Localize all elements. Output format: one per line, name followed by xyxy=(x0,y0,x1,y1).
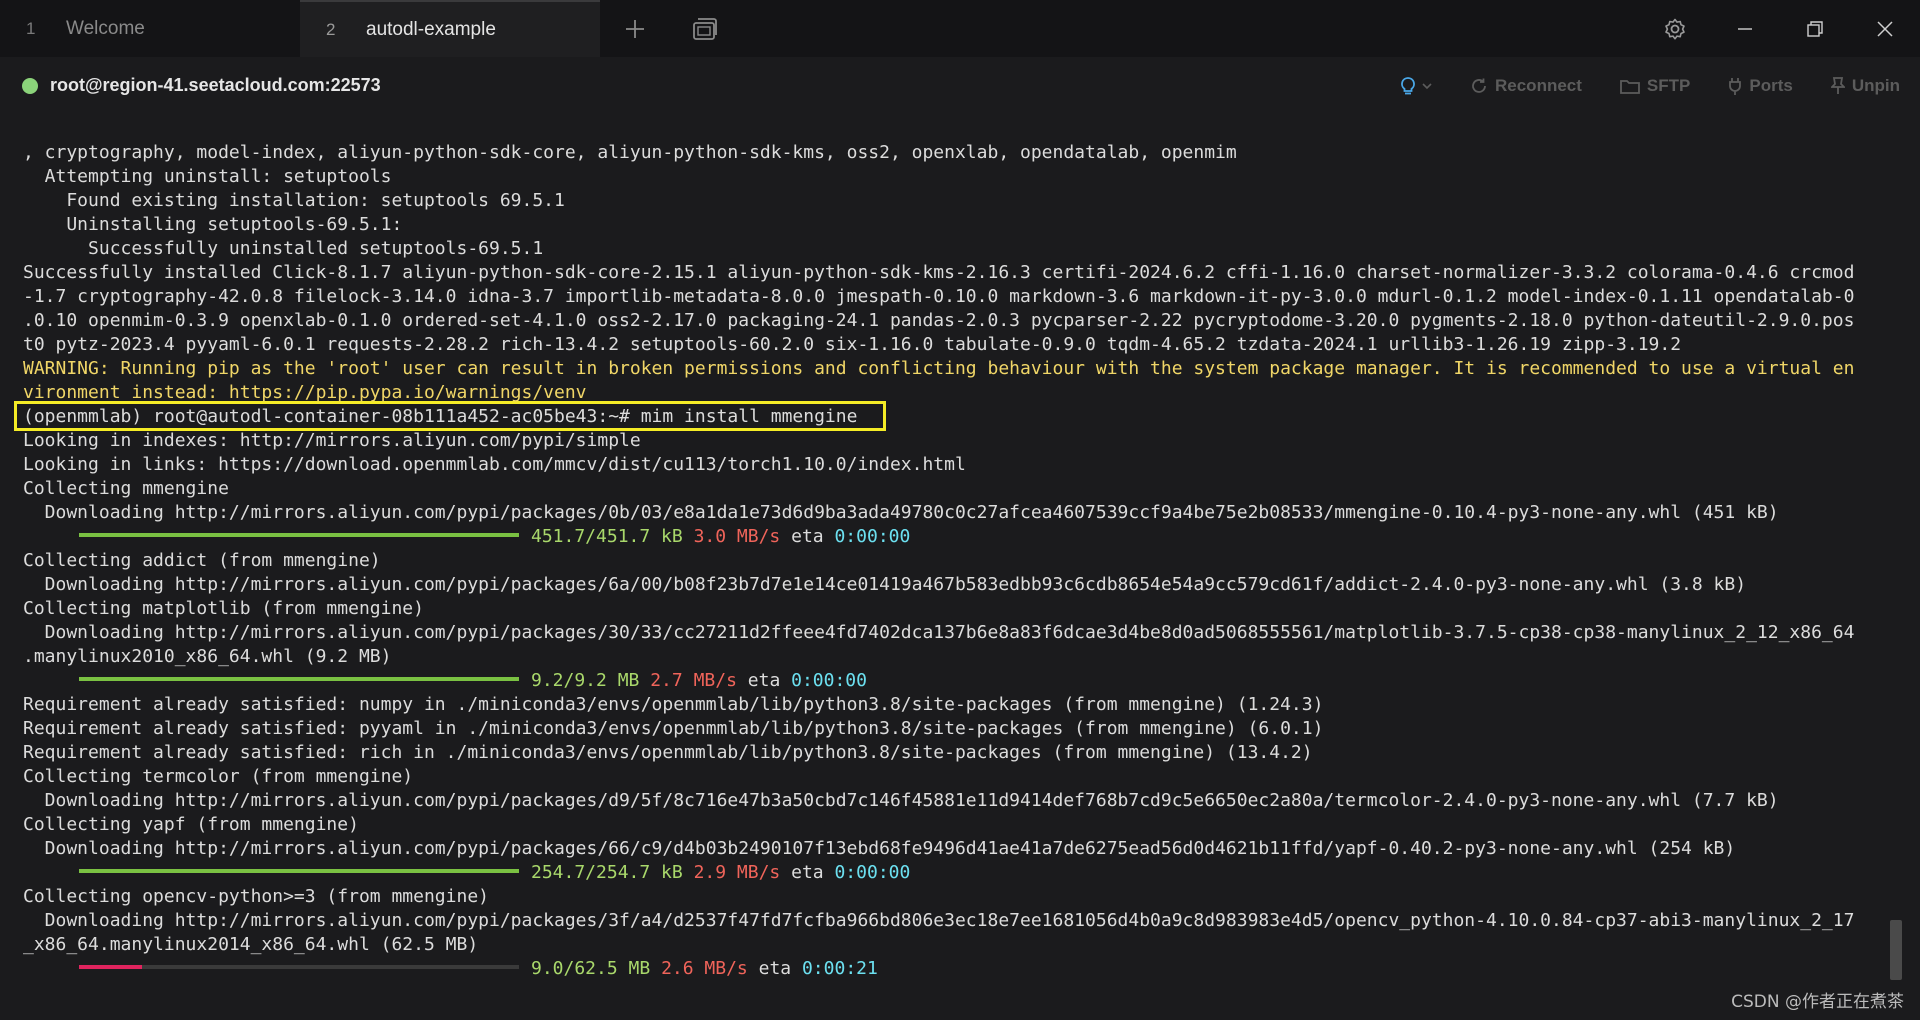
progress-eta-label: eta xyxy=(747,670,781,691)
minimize-icon xyxy=(1738,27,1752,30)
lightbulb-icon xyxy=(1401,76,1415,94)
terminal-output[interactable]: , cryptography, model-index, aliyun-pyth… xyxy=(0,114,1920,1020)
tab-bar: 1 Welcome 2 autodl-example xyxy=(0,0,1920,57)
terminal-line: t0 pytz-2023.4 pyyaml-6.0.1 requests-2.2… xyxy=(23,334,1682,355)
terminal-line: Collecting yapf (from mmengine) xyxy=(23,814,359,835)
progress-eta-label: eta xyxy=(791,862,824,883)
progress-size: 9.2/9.2 MB xyxy=(531,670,640,691)
download-progress-bar xyxy=(79,869,519,873)
progress-size: 254.7/254.7 kB xyxy=(531,862,683,883)
sftp-label: SFTP xyxy=(1646,75,1691,95)
tab-label: autodl-example xyxy=(366,18,496,40)
tab-number: 1 xyxy=(26,18,36,38)
sftp-button[interactable]: SFTP xyxy=(1620,76,1690,96)
terminal-line: Downloading http://mirrors.aliyun.com/py… xyxy=(23,790,1779,811)
terminal-line: Collecting mmengine xyxy=(23,478,229,499)
terminal-line: _x86_64.manylinux2014_x86_64.whl (62.5 M… xyxy=(23,934,479,955)
unpin-label: Unpin xyxy=(1851,75,1900,95)
terminal-line: 451.7/451.7 kB 3.0 MB/s eta 0:00:00 xyxy=(23,525,910,549)
plus-icon xyxy=(626,19,644,38)
progress-size: 451.7/451.7 kB xyxy=(531,526,683,547)
progress-fill xyxy=(79,677,519,681)
terminal-line: .0.10 openmim-0.3.9 openxlab-0.1.0 order… xyxy=(23,310,1855,331)
progress-eta: 0:00:00 xyxy=(834,862,911,883)
plug-icon xyxy=(1729,77,1742,95)
terminal-line: Looking in links: https://download.openm… xyxy=(23,454,966,475)
terminal-line: Downloading http://mirrors.aliyun.com/py… xyxy=(23,574,1747,595)
progress-fill xyxy=(79,965,143,969)
terminal-line: Attempting uninstall: setuptools xyxy=(23,166,392,187)
terminal-line: Uninstalling setuptools-69.5.1: xyxy=(23,214,403,235)
progress-eta: 0:00:00 xyxy=(791,670,867,691)
tab-autodl-example[interactable]: 2 autodl-example xyxy=(300,0,600,57)
terminal-line: Collecting matplotlib (from mmengine) xyxy=(23,598,424,619)
terminal-line: WARNING: Running pip as the 'root' user … xyxy=(23,358,1855,379)
terminal-line: Requirement already satisfied: numpy in … xyxy=(23,694,1324,715)
terminal-line: Downloading http://mirrors.aliyun.com/py… xyxy=(23,622,1855,643)
progress-eta: 0:00:00 xyxy=(834,526,911,547)
terminal-line: Found existing installation: setuptools … xyxy=(23,190,565,211)
connection-status-dot xyxy=(22,77,38,94)
progress-speed: 2.9 MB/s xyxy=(693,862,781,883)
terminal-line: Collecting addict (from mmengine) xyxy=(23,550,381,571)
reconnect-label: Reconnect xyxy=(1495,75,1582,95)
new-tab-button[interactable] xyxy=(600,0,670,57)
terminal-line: 254.7/254.7 kB 2.9 MB/s eta 0:00:00 xyxy=(23,861,910,885)
progress-eta: 0:00:21 xyxy=(801,958,878,979)
progress-speed: 2.6 MB/s xyxy=(661,958,748,979)
terminal-line: Requirement already satisfied: rich in .… xyxy=(23,742,1313,763)
progress-speed: 2.7 MB/s xyxy=(650,670,737,691)
folder-icon xyxy=(1620,79,1640,94)
refresh-icon xyxy=(1472,78,1486,93)
tab-number: 2 xyxy=(326,19,336,39)
progress-fill xyxy=(79,869,519,873)
tab-label: Welcome xyxy=(66,17,145,39)
terminal-line: Requirement already satisfied: pyyaml in… xyxy=(23,718,1324,739)
unpin-button[interactable]: Unpin xyxy=(1830,75,1900,96)
terminal-line: vironment instead: https://pip.pypa.io/w… xyxy=(23,382,587,403)
terminal-line: Looking in indexes: http://mirrors.aliyu… xyxy=(23,430,641,451)
terminal-line: (openmmlab) root@autodl-container-08b111… xyxy=(23,406,858,427)
terminal-line: 9.0/62.5 MB 2.6 MB/s eta 0:00:21 xyxy=(23,957,878,981)
terminal-line: Successfully uninstalled setuptools-69.5… xyxy=(23,238,544,259)
minimize-button[interactable] xyxy=(1710,0,1780,57)
terminal-line: , cryptography, model-index, aliyun-pyth… xyxy=(23,142,1237,163)
tab-overview-button[interactable] xyxy=(670,0,740,57)
session-host: root@region-41.seetacloud.com:22573 xyxy=(50,75,381,95)
progress-size: 9.0/62.5 MB xyxy=(531,958,651,979)
progress-eta-label: eta xyxy=(758,958,792,979)
progress-speed: 3.0 MB/s xyxy=(693,526,781,547)
terminal-line: Downloading http://mirrors.aliyun.com/py… xyxy=(23,838,1736,859)
terminal-line: Collecting termcolor (from mmengine) xyxy=(23,766,414,787)
terminal-scrollbar[interactable] xyxy=(1890,920,1902,980)
close-button[interactable] xyxy=(1850,0,1920,57)
terminal-line: -1.7 cryptography-42.0.8 filelock-3.14.0… xyxy=(23,286,1855,307)
ports-label: Ports xyxy=(1749,75,1793,95)
download-progress-bar xyxy=(79,677,519,681)
terminal-line: .manylinux2010_x86_64.whl (9.2 MB) xyxy=(23,646,392,667)
windows-icon xyxy=(693,17,717,40)
close-icon xyxy=(1877,20,1893,37)
tab-welcome[interactable]: 1 Welcome xyxy=(0,0,300,57)
hint-dropdown[interactable] xyxy=(1399,76,1432,96)
gear-icon xyxy=(1665,18,1685,39)
terminal-line: Successfully installed Click-8.1.7 aliyu… xyxy=(23,262,1855,283)
reconnect-button[interactable]: Reconnect xyxy=(1470,76,1582,96)
chevron-down-icon xyxy=(1422,82,1432,89)
download-progress-bar xyxy=(79,965,519,969)
terminal-line: Downloading http://mirrors.aliyun.com/py… xyxy=(23,502,1779,523)
restore-button[interactable] xyxy=(1780,0,1850,57)
progress-fill xyxy=(79,533,519,537)
ports-button[interactable]: Ports xyxy=(1728,75,1793,96)
settings-button[interactable] xyxy=(1640,0,1710,57)
download-progress-bar xyxy=(79,533,519,537)
progress-eta-label: eta xyxy=(791,526,824,547)
restore-icon xyxy=(1807,20,1823,37)
terminal-line: Collecting opencv-python>=3 (from mmengi… xyxy=(23,886,489,907)
watermark: CSDN @作者正在煮茶 xyxy=(1731,992,1904,1012)
terminal-line: Downloading http://mirrors.aliyun.com/py… xyxy=(23,910,1855,931)
session-bar: root@region-41.seetacloud.com:22573 Reco… xyxy=(0,57,1920,114)
pin-icon xyxy=(1830,76,1845,94)
terminal-line: 9.2/9.2 MB 2.7 MB/s eta 0:00:00 xyxy=(23,669,867,693)
